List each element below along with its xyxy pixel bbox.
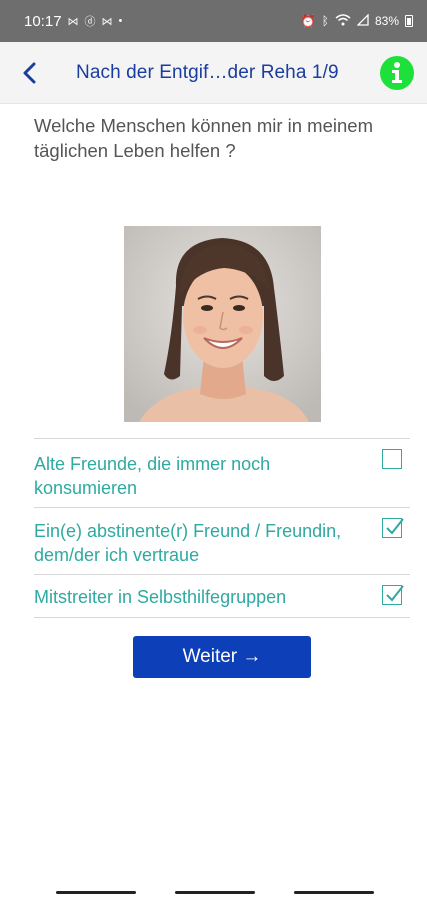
signal-icon	[356, 12, 369, 29]
info-icon	[392, 62, 402, 83]
checkmark-icon	[386, 518, 404, 535]
status-bar: 10:17 ⋈ ⓓ ⋈ • ⏰ ᛒ 83%	[0, 0, 427, 42]
option-row[interactable]: Mitstreiter in Selbsthilfegruppen	[34, 574, 410, 618]
option-label: Mitstreiter in Selbsthilfegruppen	[34, 587, 287, 607]
portrait-image	[124, 226, 321, 422]
next-button[interactable]: Weiter →	[133, 636, 311, 678]
chevron-left-icon	[23, 62, 36, 83]
checkmark-icon	[386, 585, 404, 602]
status-time: 10:17	[24, 12, 62, 30]
checkbox-unchecked[interactable]	[382, 449, 402, 469]
home-button[interactable]	[175, 891, 255, 894]
bluetooth-icon: ᛒ	[321, 14, 329, 28]
next-button-label: Weiter →	[182, 646, 262, 667]
option-label: Ein(e) abstinente(r) Freund / Freundin, …	[34, 521, 342, 565]
info-button[interactable]	[380, 56, 414, 90]
option-row[interactable]: Ein(e) abstinente(r) Freund / Freundin, …	[34, 507, 410, 574]
page-title: Nach der Entgif…der Reha 1/9	[76, 61, 339, 83]
back-button[interactable]	[0, 42, 58, 104]
recent-apps-button[interactable]	[56, 891, 136, 894]
system-nav-bar	[0, 882, 427, 900]
alarm-icon: ⏰	[300, 14, 316, 28]
back-nav-button[interactable]	[294, 891, 374, 894]
checkbox-checked[interactable]	[382, 518, 404, 538]
wifi-icon	[335, 13, 351, 29]
option-row[interactable]: Alte Freunde, die immer noch konsumieren	[34, 438, 410, 507]
battery-icon	[405, 15, 413, 27]
checkbox-checked[interactable]	[382, 585, 404, 605]
answer-list: Alte Freunde, die immer noch konsumieren…	[34, 438, 410, 618]
m-icon: ⋈	[67, 15, 79, 28]
option-label: Alte Freunde, die immer noch konsumieren	[34, 454, 271, 498]
dot-icon: •	[118, 15, 123, 27]
d-icon: ⓓ	[84, 16, 96, 28]
battery-percent: 83%	[374, 14, 399, 28]
app-header: Nach der Entgif…der Reha 1/9	[0, 42, 427, 104]
question-text: Welche Menschen können mir in meinem täg…	[34, 115, 373, 161]
m-icon: ⋈	[101, 15, 113, 28]
